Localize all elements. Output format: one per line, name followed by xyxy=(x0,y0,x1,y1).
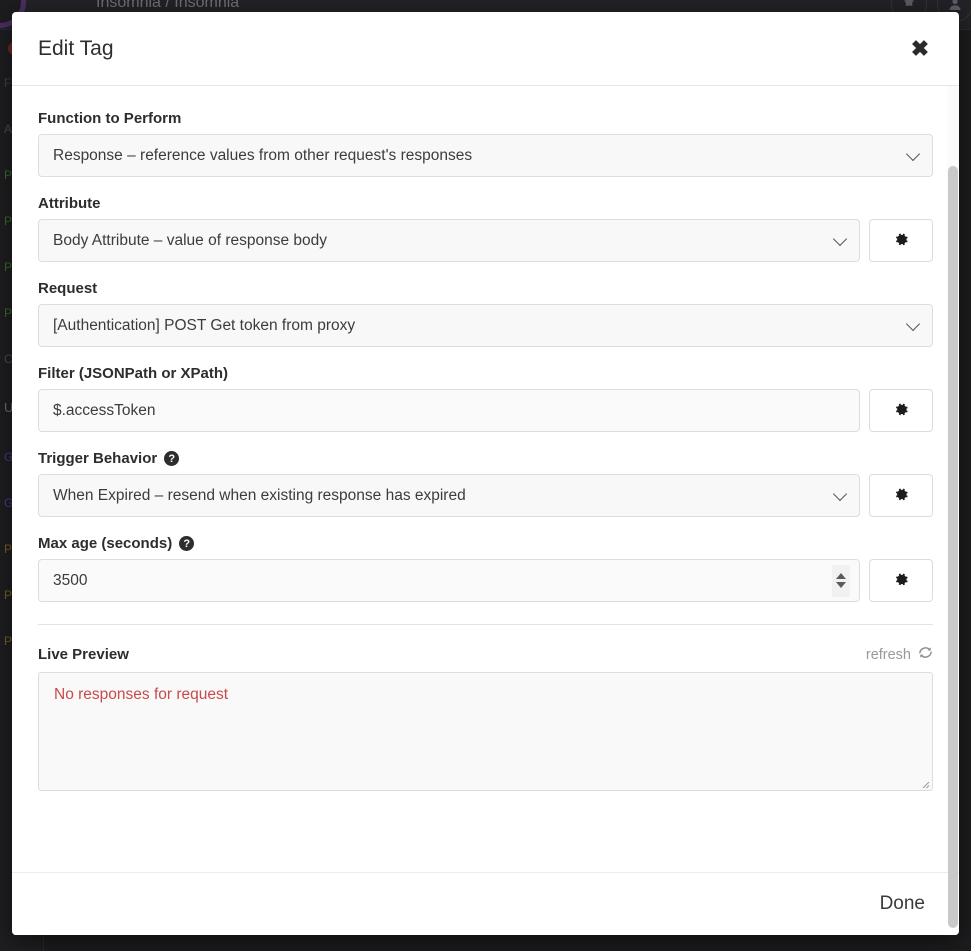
refresh-button[interactable]: refresh xyxy=(866,645,933,664)
modal-header: Edit Tag ✖ xyxy=(12,12,959,86)
field-label: Request xyxy=(38,280,933,297)
gear-icon xyxy=(893,571,910,591)
stepper-icon[interactable] xyxy=(832,565,850,597)
field-row: Body Attribute – value of response body xyxy=(38,219,933,262)
page-title: Edit Tag xyxy=(38,37,114,61)
stepper-down-icon[interactable] xyxy=(836,582,846,588)
field-row: [Authentication] POST Get token from pro… xyxy=(38,304,933,347)
edit-tag-modal: Edit Tag ✖ Function to Perform Response … xyxy=(12,12,959,935)
close-icon[interactable]: ✖ xyxy=(905,34,935,64)
filter-input[interactable] xyxy=(38,389,860,432)
max-age-input-wrap xyxy=(38,559,860,602)
gear-icon xyxy=(893,486,910,506)
field-row xyxy=(38,389,933,432)
field-row: When Expired – resend when existing resp… xyxy=(38,474,933,517)
filter-gear-button[interactable] xyxy=(869,389,933,432)
field-label: Trigger Behavior ? xyxy=(38,450,933,467)
refresh-label: refresh xyxy=(866,647,911,663)
live-preview-wrap: No responses for request xyxy=(38,672,933,791)
trigger-behavior-select[interactable]: When Expired – resend when existing resp… xyxy=(38,474,860,517)
trigger-behavior-label: Trigger Behavior xyxy=(38,450,157,467)
field-row: Response – reference values from other r… xyxy=(38,134,933,177)
field-function-to-perform: Function to Perform Response – reference… xyxy=(38,110,933,177)
section-divider xyxy=(38,624,933,625)
field-row xyxy=(38,559,933,602)
trigger-behavior-select-wrap: When Expired – resend when existing resp… xyxy=(38,474,860,517)
field-max-age: Max age (seconds) ? xyxy=(38,535,933,602)
field-label: Filter (JSONPath or XPath) xyxy=(38,365,933,382)
field-trigger-behavior: Trigger Behavior ? When Expired – resend… xyxy=(38,450,933,517)
section-live-preview: Live Preview refresh No responses for re… xyxy=(38,645,933,791)
max-age-gear-button[interactable] xyxy=(869,559,933,602)
function-select[interactable]: Response – reference values from other r… xyxy=(38,134,933,177)
attribute-label: Attribute xyxy=(38,195,101,212)
field-label: Attribute xyxy=(38,195,933,212)
request-select-wrap: [Authentication] POST Get token from pro… xyxy=(38,304,933,347)
function-select-wrap: Response – reference values from other r… xyxy=(38,134,933,177)
function-label: Function to Perform xyxy=(38,110,181,127)
done-button[interactable]: Done xyxy=(878,889,927,919)
trigger-behavior-gear-button[interactable] xyxy=(869,474,933,517)
attribute-select-wrap: Body Attribute – value of response body xyxy=(38,219,860,262)
attribute-gear-button[interactable] xyxy=(869,219,933,262)
live-preview-title: Live Preview xyxy=(38,646,129,663)
attribute-select[interactable]: Body Attribute – value of response body xyxy=(38,219,860,262)
live-preview-output[interactable]: No responses for request xyxy=(38,672,933,791)
live-preview-header: Live Preview refresh xyxy=(38,645,933,664)
max-age-input[interactable] xyxy=(38,559,860,602)
gear-icon xyxy=(893,231,910,251)
request-label: Request xyxy=(38,280,97,297)
breadcrumb[interactable]: Insomnia / Insomnia xyxy=(96,0,239,12)
gear-icon xyxy=(893,401,910,421)
field-label: Function to Perform xyxy=(38,110,933,127)
help-icon[interactable]: ? xyxy=(179,536,194,551)
refresh-icon xyxy=(918,645,933,664)
request-select[interactable]: [Authentication] POST Get token from pro… xyxy=(38,304,933,347)
help-icon[interactable]: ? xyxy=(164,451,179,466)
max-age-label: Max age (seconds) xyxy=(38,535,172,552)
field-filter: Filter (JSONPath or XPath) xyxy=(38,365,933,432)
modal-footer: Done xyxy=(12,872,959,935)
modal-body[interactable]: Function to Perform Response – reference… xyxy=(12,86,959,872)
field-request: Request [Authentication] POST Get token … xyxy=(38,280,933,347)
field-label: Max age (seconds) ? xyxy=(38,535,933,552)
stepper-up-icon[interactable] xyxy=(836,573,846,579)
filter-label: Filter (JSONPath or XPath) xyxy=(38,365,228,382)
field-attribute: Attribute Body Attribute – value of resp… xyxy=(38,195,933,262)
